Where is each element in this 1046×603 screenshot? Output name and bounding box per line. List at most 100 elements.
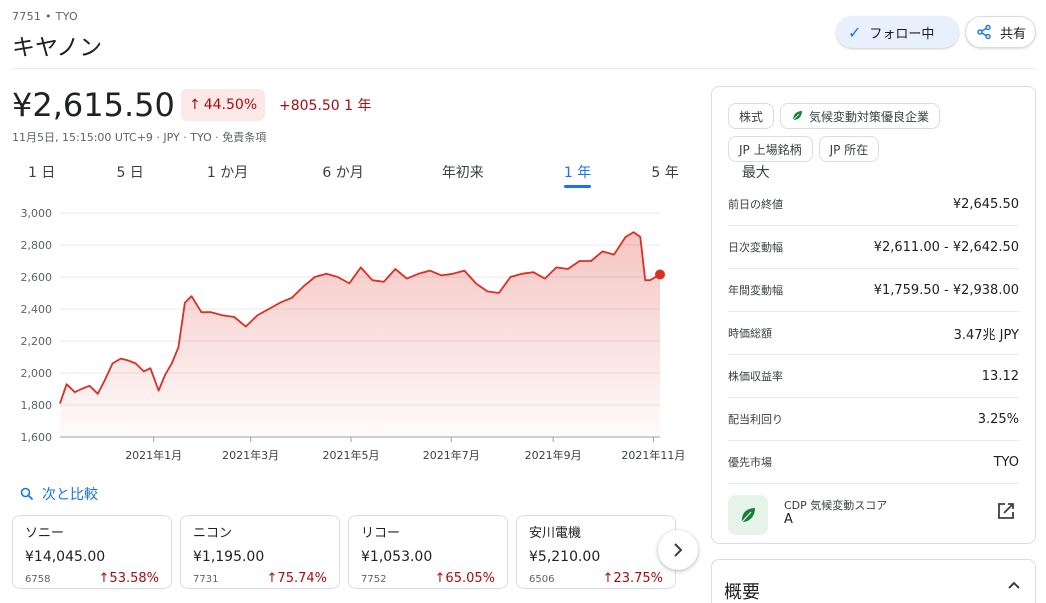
header-divider xyxy=(12,68,1036,69)
compare-card-ricoh[interactable]: リコー ¥1,053.00 7752 ↑65.05% xyxy=(348,515,508,589)
price-chart[interactable]: 3,000 2,800 2,600 2,400 2,200 2,000 1,800 1,600… xyxy=(0,198,700,468)
y-tick-label: 1,800 xyxy=(21,399,53,412)
price-point xyxy=(149,367,151,369)
arrow-up-icon: ↑ xyxy=(266,571,278,586)
price-point xyxy=(126,359,128,361)
price-point xyxy=(486,290,488,292)
tab-1y[interactable]: 1 年 xyxy=(564,165,591,185)
price-point xyxy=(337,276,339,278)
cdp-leaf-badge xyxy=(728,495,768,535)
card-change: ↑65.05% xyxy=(435,571,495,586)
stat-key: 日次変動幅 xyxy=(728,241,783,254)
price-point xyxy=(463,270,465,272)
percent-change-badge: ↑ 44.50% xyxy=(181,89,266,121)
stat-value: TYO xyxy=(993,454,1019,470)
price-point xyxy=(567,268,569,270)
compare-link[interactable]: 次と比較 xyxy=(20,484,98,504)
overview-title: 概要 xyxy=(724,582,760,603)
stat-dividend-yield: 配当利回り 3.25% xyxy=(728,398,1019,441)
price-point xyxy=(200,311,202,313)
price-point xyxy=(191,295,193,297)
arrow-up-icon: ↑ xyxy=(98,571,110,586)
compare-card-yaskawa[interactable]: 安川電機 ¥5,210.00 6506 ↑23.75% xyxy=(516,515,676,589)
card-name: ニコン xyxy=(193,526,233,541)
ticker-symbol: 7751 • TYO xyxy=(12,10,78,23)
chevron-up-icon[interactable] xyxy=(1007,580,1021,590)
price-point xyxy=(314,276,316,278)
tab-ytd[interactable]: 年初来 xyxy=(442,165,484,185)
price-point xyxy=(120,358,122,360)
price-point xyxy=(644,279,646,281)
price-point xyxy=(279,302,281,304)
tab-6m[interactable]: 6 か月 xyxy=(322,165,363,185)
chip-label: 気候変動対策優良企業 xyxy=(809,109,930,124)
price-point xyxy=(302,286,304,288)
arrow-up-icon: ↑ xyxy=(602,571,614,586)
price-point xyxy=(613,254,615,256)
tab-5d[interactable]: 5 日 xyxy=(116,165,143,185)
price-point xyxy=(590,260,592,262)
stat-value: 13.12 xyxy=(981,368,1019,384)
compare-card-sony[interactable]: ソニー ¥14,045.00 6758 ↑53.58% xyxy=(12,515,172,589)
chip-jp-based[interactable]: JP 所在 xyxy=(818,136,880,162)
follow-button[interactable]: ✓ フォロー中 xyxy=(836,16,959,48)
price-delta: +805.50 1 年 xyxy=(279,98,372,114)
price-point xyxy=(440,274,442,276)
price-point xyxy=(171,362,173,364)
open-in-new-icon[interactable] xyxy=(996,501,1016,521)
y-tick-label: 2,600 xyxy=(21,271,53,284)
price-point xyxy=(177,346,179,348)
chip-stock[interactable]: 株式 xyxy=(728,103,775,129)
tab-1d[interactable]: 1 日 xyxy=(28,165,55,185)
stat-prev-close: 前日の終値 ¥2,645.50 xyxy=(728,183,1019,226)
card-code: 6506 xyxy=(529,574,555,585)
price-point xyxy=(633,231,635,233)
range-tab-bar: 1 日 5 日 1 か月 6 か月 年初来 1 年 5 年 最大 xyxy=(0,162,770,186)
card-change-value: 65.05% xyxy=(445,571,495,586)
stat-primary-exchange: 優先市場 TYO xyxy=(728,441,1019,484)
tab-5y[interactable]: 5 年 xyxy=(651,165,678,185)
price-point xyxy=(59,402,61,404)
price-point xyxy=(578,260,580,262)
overview-section[interactable]: 概要 xyxy=(711,559,1036,603)
x-tick-label: 2021年5月 xyxy=(322,448,379,462)
cdp-score-label: CDP 気候変動スコア xyxy=(784,499,888,512)
price-point xyxy=(210,311,212,313)
chip-climate-leader[interactable]: 気候変動対策優良企業 xyxy=(780,103,941,129)
price-point xyxy=(74,391,76,393)
stat-pe-ratio: 株価収益率 13.12 xyxy=(728,355,1019,398)
price-point xyxy=(348,282,350,284)
stat-day-range: 日次変動幅 ¥2,611.00 - ¥2,642.50 xyxy=(728,226,1019,269)
tab-1m[interactable]: 1 か月 xyxy=(207,165,248,185)
current-price: ¥2,615.50 xyxy=(12,86,175,124)
price-area-fill xyxy=(60,232,660,437)
share-button[interactable]: 共有 xyxy=(965,16,1036,48)
price-point xyxy=(325,273,327,275)
y-tick-label: 2,000 xyxy=(21,367,53,380)
price-point xyxy=(184,302,186,304)
card-change: ↑23.75% xyxy=(603,571,663,586)
price-point xyxy=(624,236,626,238)
chip-jp-listed[interactable]: JP 上場銘柄 xyxy=(728,136,813,162)
x-tick-label: 2021年3月 xyxy=(222,448,279,462)
card-price: ¥5,210.00 xyxy=(529,549,601,565)
percent-change: 44.50% xyxy=(203,97,258,113)
card-change-value: 53.58% xyxy=(109,571,159,586)
price-point xyxy=(406,278,408,280)
price-point xyxy=(429,270,431,272)
card-change-value: 23.75% xyxy=(613,571,663,586)
stat-key: 年間変動幅 xyxy=(728,284,783,297)
compare-card-nikon[interactable]: ニコン ¥1,195.00 7731 ↑75.74% xyxy=(180,515,340,589)
price-point xyxy=(158,390,160,392)
y-tick-label: 2,200 xyxy=(21,335,53,348)
price-point xyxy=(97,393,99,395)
price-point xyxy=(135,362,137,364)
price-point xyxy=(112,362,114,364)
price-point xyxy=(452,273,454,275)
price-point xyxy=(291,297,293,299)
price-point xyxy=(555,266,557,268)
leaf-icon xyxy=(792,111,803,121)
next-button[interactable] xyxy=(658,530,698,570)
latest-price-dot xyxy=(655,269,665,280)
card-name: 安川電機 xyxy=(529,526,582,541)
